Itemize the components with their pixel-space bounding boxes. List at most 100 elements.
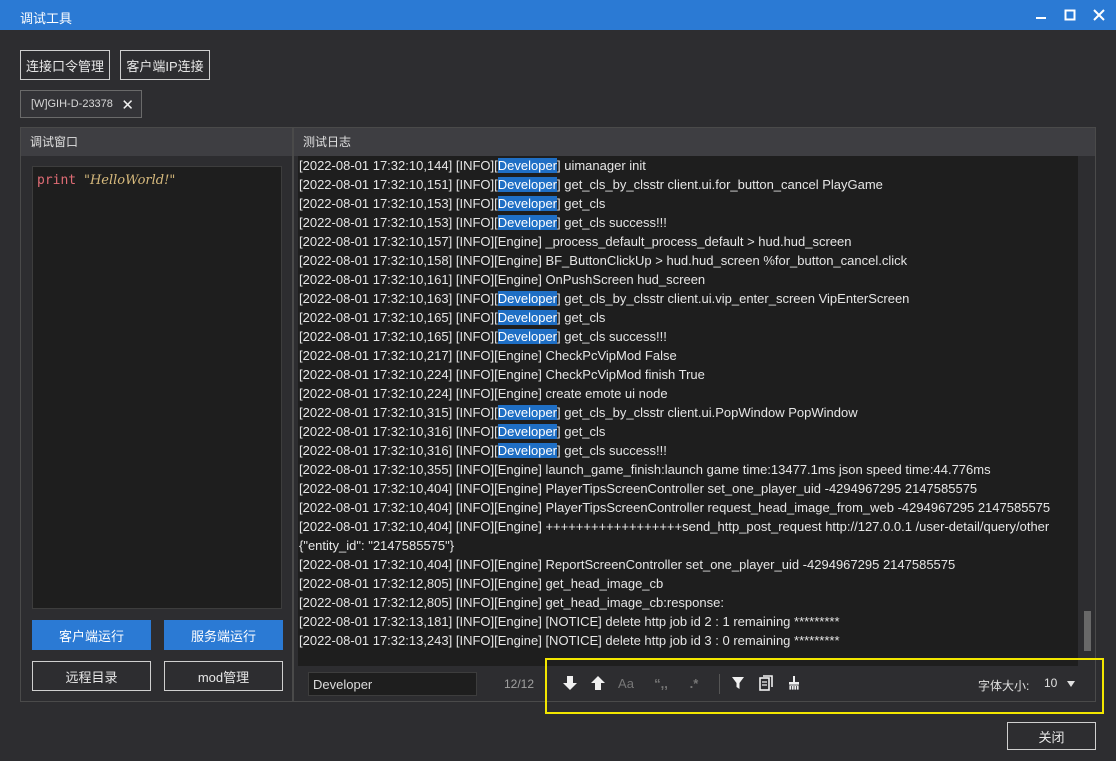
log-line: [2022-08-01 17:32:10,404] [INFO][Engine]…	[298, 555, 1078, 574]
log-line: [2022-08-01 17:32:10,161] [INFO][Engine]…	[298, 270, 1078, 289]
maximize-button[interactable]	[1059, 4, 1081, 26]
debug-window-header: 调试窗口	[21, 128, 292, 156]
window-title: 调试工具	[20, 11, 73, 26]
copy-button[interactable]	[755, 672, 777, 694]
code-keyword: print	[37, 173, 77, 188]
minimize-button[interactable]	[1030, 4, 1052, 26]
maximize-icon	[1064, 9, 1076, 21]
log-line-text: ] get_cls_by_clsstr client.ui.for_button…	[557, 177, 883, 192]
title-bar: 调试工具	[0, 0, 1116, 30]
font-size-label: 字体大小:	[978, 679, 1030, 693]
log-line-text: ] get_cls success!!!	[557, 443, 667, 458]
log-line-text: [2022-08-01 17:32:10,404] [INFO][Engine]…	[299, 481, 978, 496]
filter-button[interactable]	[727, 672, 749, 694]
toolbar-divider	[719, 674, 720, 694]
log-match-highlight: Developer	[497, 329, 558, 344]
log-line-text: [2022-08-01 17:32:10,151] [INFO][	[299, 177, 498, 192]
log-view[interactable]: [2022-08-01 17:32:10,144] [INFO][Develop…	[298, 156, 1078, 666]
log-line: [2022-08-01 17:32:10,404] [INFO][Engine]…	[298, 498, 1078, 517]
log-toolbar: 12/12 Aa “,, .* 字体大小: 10	[294, 668, 1095, 702]
minimize-icon	[1036, 17, 1046, 19]
log-line: [2022-08-01 17:32:10,151] [INFO][Develop…	[298, 175, 1078, 194]
log-line-text: [2022-08-01 17:32:10,404] [INFO][Engine]…	[299, 519, 1050, 553]
arrow-up-icon	[591, 676, 605, 690]
server-run-button[interactable]: 服务端运行	[164, 620, 283, 650]
log-line-text: ] get_cls_by_clsstr client.ui.vip_enter_…	[557, 291, 910, 306]
clear-log-button[interactable]	[783, 672, 805, 694]
log-match-highlight: Developer	[497, 196, 558, 211]
log-line-text: [2022-08-01 17:32:10,316] [INFO][	[299, 424, 498, 439]
log-line-text: [2022-08-01 17:32:10,153] [INFO][	[299, 196, 498, 211]
prev-match-button[interactable]	[587, 672, 609, 694]
log-line-text: [2022-08-01 17:32:10,163] [INFO][	[299, 291, 498, 306]
mod-manage-button[interactable]: mod管理	[164, 661, 283, 691]
log-line-text: [2022-08-01 17:32:10,153] [INFO][	[299, 215, 498, 230]
log-match-highlight: Developer	[497, 424, 558, 439]
debug-window-panel: 调试窗口 print "HelloWorld!" 客户端运行 服务端运行 远程目…	[20, 127, 293, 702]
log-line: [2022-08-01 17:32:10,165] [INFO][Develop…	[298, 308, 1078, 327]
code-editor[interactable]: print "HelloWorld!"	[32, 166, 282, 609]
log-line-text: [2022-08-01 17:32:12,805] [INFO][Engine]…	[299, 595, 724, 610]
test-log-header: 测试日志	[294, 128, 1095, 156]
log-line: [2022-08-01 17:32:10,404] [INFO][Engine]…	[298, 517, 1078, 555]
log-line-text: [2022-08-01 17:32:10,224] [INFO][Engine]…	[299, 367, 705, 382]
log-line: [2022-08-01 17:32:10,165] [INFO][Develop…	[298, 327, 1078, 346]
log-line-text: [2022-08-01 17:32:10,217] [INFO][Engine]…	[299, 348, 677, 363]
close-window-button[interactable]	[1088, 4, 1110, 26]
log-match-highlight: Developer	[497, 215, 558, 230]
log-line: [2022-08-01 17:32:10,163] [INFO][Develop…	[298, 289, 1078, 308]
clear-icon	[788, 676, 800, 691]
log-line: [2022-08-01 17:32:10,224] [INFO][Engine]…	[298, 365, 1078, 384]
close-tag-icon[interactable]: ✕	[121, 96, 134, 114]
log-line-text: ] get_cls success!!!	[557, 329, 667, 344]
conn-cmd-manage-button[interactable]: 连接口令管理	[20, 50, 110, 80]
log-line: [2022-08-01 17:32:10,153] [INFO][Develop…	[298, 194, 1078, 213]
log-line: [2022-08-01 17:32:10,315] [INFO][Develop…	[298, 403, 1078, 422]
client-run-button[interactable]: 客户端运行	[32, 620, 151, 650]
log-line-text: [2022-08-01 17:32:12,805] [INFO][Engine]…	[299, 576, 664, 591]
chevron-down-icon	[1067, 680, 1076, 687]
font-size-select[interactable]: 10	[1044, 676, 1076, 690]
match-word-icon[interactable]: “,,	[650, 672, 672, 694]
log-scrollbar-thumb[interactable]	[1084, 611, 1091, 651]
close-icon	[1093, 9, 1105, 21]
session-tag[interactable]: [W]GIH-D-23378 ✕	[20, 90, 142, 118]
log-line: [2022-08-01 17:32:10,158] [INFO][Engine]…	[298, 251, 1078, 270]
log-line-text: [2022-08-01 17:32:10,355] [INFO][Engine]…	[299, 462, 991, 477]
log-line-text: [2022-08-01 17:32:10,161] [INFO][Engine]…	[299, 272, 706, 287]
log-match-highlight: Developer	[497, 158, 558, 173]
log-filter-input[interactable]	[308, 672, 477, 696]
log-match-highlight: Developer	[497, 405, 558, 420]
log-line-text: [2022-08-01 17:32:13,181] [INFO][Engine]…	[299, 614, 840, 629]
log-line-text: [2022-08-01 17:32:10,224] [INFO][Engine]…	[299, 386, 668, 401]
log-line-text: ] get_cls	[557, 196, 606, 211]
log-line-text: ] get_cls_by_clsstr client.ui.PopWindow …	[557, 405, 858, 420]
copy-icon	[759, 675, 773, 691]
session-tag-label: [W]GIH-D-23378	[31, 98, 113, 110]
log-line-text: [2022-08-01 17:32:10,144] [INFO][	[299, 158, 498, 173]
log-line: [2022-08-01 17:32:10,224] [INFO][Engine]…	[298, 384, 1078, 403]
log-scrollbar[interactable]	[1083, 156, 1092, 666]
log-match-highlight: Developer	[497, 310, 558, 325]
client-ip-connect-button[interactable]: 客户端IP连接	[120, 50, 210, 80]
match-case-icon[interactable]: Aa	[615, 672, 637, 694]
arrow-down-icon	[563, 676, 577, 690]
log-line: [2022-08-01 17:32:13,243] [INFO][Engine]…	[298, 631, 1078, 650]
log-line: [2022-08-01 17:32:10,355] [INFO][Engine]…	[298, 460, 1078, 479]
log-line: [2022-08-01 17:32:12,805] [INFO][Engine]…	[298, 574, 1078, 593]
log-line-text: ] get_cls success!!!	[557, 215, 667, 230]
next-match-button[interactable]	[559, 672, 581, 694]
font-size-value: 10	[1044, 676, 1058, 690]
log-line: [2022-08-01 17:32:12,805] [INFO][Engine]…	[298, 593, 1078, 612]
log-match-highlight: Developer	[497, 443, 558, 458]
code-string: "HelloWorld!"	[83, 173, 176, 188]
close-button[interactable]: 关闭	[1007, 722, 1096, 750]
remote-directory-button[interactable]: 远程目录	[32, 661, 151, 691]
log-line: [2022-08-01 17:32:10,316] [INFO][Develop…	[298, 441, 1078, 460]
log-line: [2022-08-01 17:32:10,316] [INFO][Develop…	[298, 422, 1078, 441]
log-line: [2022-08-01 17:32:13,181] [INFO][Engine]…	[298, 612, 1078, 631]
log-line-text: [2022-08-01 17:32:10,157] [INFO][Engine]…	[299, 234, 852, 249]
log-line: [2022-08-01 17:32:10,404] [INFO][Engine]…	[298, 479, 1078, 498]
regex-icon[interactable]: .*	[683, 672, 705, 694]
log-line-text: [2022-08-01 17:32:10,165] [INFO][	[299, 310, 498, 325]
